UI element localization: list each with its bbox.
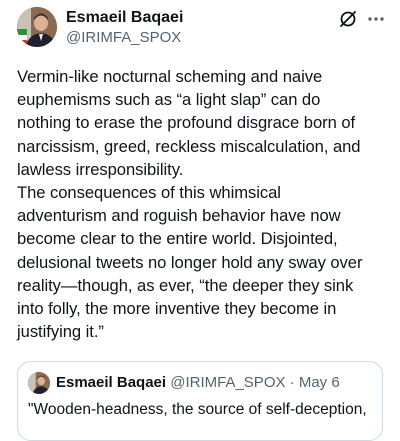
avatar-photo [28,372,50,394]
tweet-text: Vermin-like nocturnal scheming and naive… [17,67,363,342]
avatar-photo [17,7,57,47]
quoted-tweet-header: Esmaeil Baqaei @IRIMFA_SPOX · May 6 [56,373,340,393]
more-options-icon[interactable] [366,9,386,29]
author-handle[interactable]: @IRIMFA_SPOX [66,29,181,47]
grok-icon[interactable] [338,9,358,29]
author-name[interactable]: Esmaeil Baqaei [66,9,183,27]
author-avatar[interactable] [17,7,57,47]
quoted-author-name: Esmaeil Baqaei [56,374,167,391]
quoted-author-avatar [28,372,50,394]
quoted-date[interactable]: May 6 [299,374,340,391]
quoted-author-handle: @IRIMFA_SPOX [170,374,286,391]
quoted-separator: · [289,374,295,391]
quoted-tweet-card[interactable]: Esmaeil Baqaei @IRIMFA_SPOX · May 6 "Woo… [17,361,383,441]
tweet: Esmaeil Baqaei @IRIMFA_SPOX Vermin-like … [0,0,400,441]
quoted-tweet-text: "Wooden-headness, the source of self-dec… [28,401,367,418]
